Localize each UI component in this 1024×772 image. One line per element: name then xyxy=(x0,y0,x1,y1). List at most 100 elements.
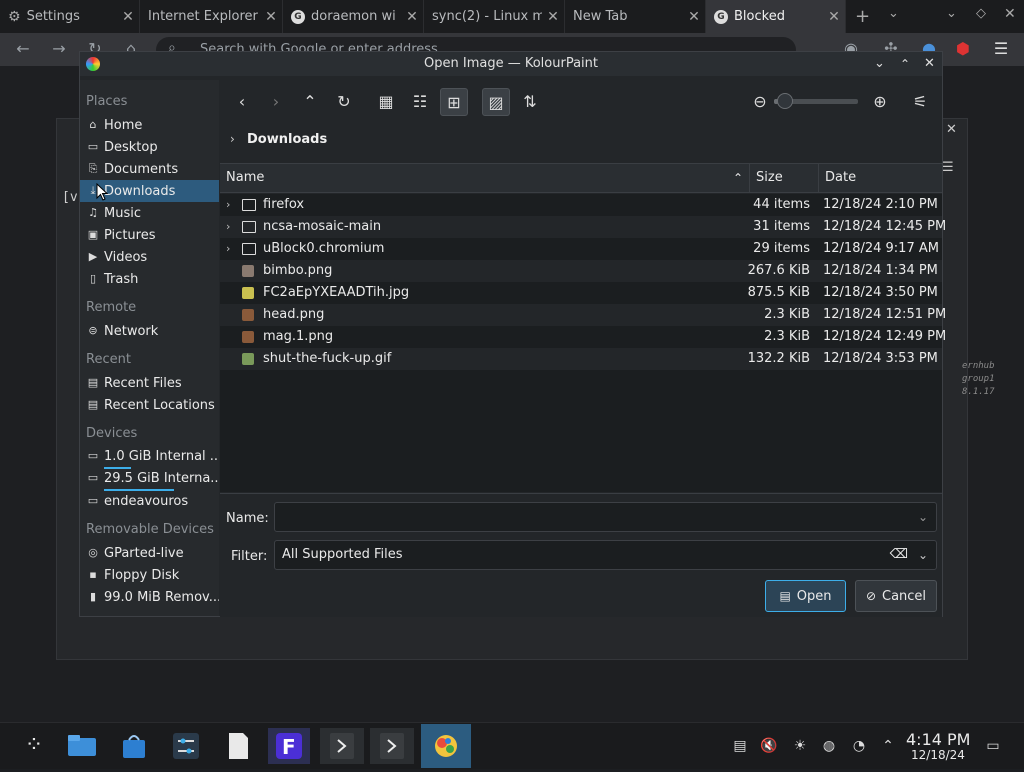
reload-icon[interactable]: ↻ xyxy=(330,88,358,116)
file-row[interactable]: › uBlock0.chromium 29 items 12/18/24 9:17 A… xyxy=(220,238,942,260)
zoom-slider-handle[interactable] xyxy=(777,93,794,109)
expand-chevron-icon[interactable]: › xyxy=(226,194,236,216)
close-icon[interactable]: ✕ xyxy=(401,9,423,25)
close-icon[interactable]: ✕ xyxy=(542,9,564,25)
file-row[interactable]: FC2aEpYXEAADTih.jpg 875.5 KiB 12/18/24 3:5… xyxy=(220,282,942,304)
volume-muted-icon[interactable]: 🔇 xyxy=(760,737,778,755)
dialog-close-icon[interactable]: ✕ xyxy=(924,52,935,76)
terminal-icon[interactable] xyxy=(370,728,414,764)
filename-input[interactable]: ⌄ xyxy=(274,502,937,532)
places-item-home[interactable]: ⌂ Home xyxy=(80,114,219,136)
close-icon[interactable]: ✕ xyxy=(823,9,845,25)
places-item-trash[interactable]: ▯ Trash xyxy=(80,268,219,290)
forward-chevron-icon[interactable]: › xyxy=(262,88,290,116)
up-chevron-icon[interactable]: ⌃ xyxy=(296,88,324,116)
ublock-icon[interactable]: ⬢ xyxy=(952,38,974,60)
back-arrow-icon[interactable]: ← xyxy=(12,38,34,60)
file-row[interactable]: › firefox 44 items 12/18/24 2:10 PM xyxy=(220,194,942,216)
file-date: 12/18/24 9:17 AM xyxy=(823,241,939,256)
clock-time[interactable]: 4:14 PM xyxy=(906,730,970,749)
text-editor-icon[interactable] xyxy=(222,730,254,762)
device-item-internal-2[interactable]: ▭ 29.5 GiB Interna... xyxy=(80,467,219,489)
settings-sliders-icon[interactable]: ⚟ xyxy=(906,88,934,116)
preview-image-icon[interactable]: ▨ xyxy=(482,88,510,116)
close-icon[interactable]: ✕ xyxy=(260,9,282,25)
clock-date[interactable]: 12/18/24 xyxy=(911,748,965,762)
zoom-in-icon[interactable]: ⊕ xyxy=(866,88,894,116)
tab-blocked[interactable]: G Blocked ✕ xyxy=(706,0,846,33)
tab-internet-explorer[interactable]: Internet Explorer ✕ xyxy=(140,0,283,33)
window-close-icon[interactable]: ✕ xyxy=(1004,6,1016,22)
column-header-size[interactable]: Size xyxy=(750,164,819,192)
kolourpaint-taskbar-icon[interactable] xyxy=(421,724,471,768)
places-item-recent-files[interactable]: ▤ Recent Files xyxy=(80,372,219,394)
close-icon[interactable]: ✕ xyxy=(683,9,705,25)
updates-icon[interactable]: ◔ xyxy=(850,737,868,755)
tray-expand-chevron-icon[interactable]: ⌃ xyxy=(879,737,897,755)
places-item-music[interactable]: ♫ Music xyxy=(80,202,219,224)
dialog-maximize-chevron-icon[interactable]: ⌃ xyxy=(900,52,910,76)
places-item-network[interactable]: ⊜ Network xyxy=(80,320,219,342)
column-header-date[interactable]: Date xyxy=(819,164,942,192)
chevron-down-icon[interactable]: ⌄ xyxy=(918,503,928,531)
sort-icon[interactable]: ⇅ xyxy=(516,88,544,116)
removable-item-gparted[interactable]: ◎ GParted-live xyxy=(80,542,219,564)
device-item-endeavouros[interactable]: ▭ endeavouros xyxy=(80,490,219,512)
tab-settings[interactable]: ⚙ Settings ✕ xyxy=(0,0,140,33)
tab-list-chevron-icon[interactable]: ⌄ xyxy=(888,6,899,21)
file-manager-icon[interactable] xyxy=(66,730,98,762)
terminal-icon[interactable] xyxy=(320,728,364,764)
icons-view-icon[interactable]: ▦ xyxy=(372,88,400,116)
show-desktop-icon[interactable]: ▭ xyxy=(984,737,1002,755)
removable-item-usb[interactable]: ▮ 99.0 MiB Remov... xyxy=(80,586,219,608)
name-label: Name: xyxy=(226,511,269,526)
places-item-pictures[interactable]: ▣ Pictures xyxy=(80,224,219,246)
removable-item-floppy[interactable]: ▪ Floppy Disk xyxy=(80,564,219,586)
chevron-down-icon[interactable]: ⌄ xyxy=(918,541,928,569)
device-item-internal-1[interactable]: ▭ 1.0 GiB Internal ... xyxy=(80,445,219,467)
clipboard-icon[interactable]: ▤ xyxy=(731,737,749,755)
app-f-icon[interactable]: F xyxy=(268,728,310,764)
file-row[interactable]: bimbo.png 267.6 KiB 12/18/24 1:34 PM xyxy=(220,260,942,282)
places-item-documents[interactable]: ⎘ Documents xyxy=(80,158,219,180)
file-name: mag.1.png xyxy=(263,329,334,344)
new-tab-plus-icon[interactable]: + xyxy=(855,6,870,27)
system-settings-icon[interactable] xyxy=(170,730,202,762)
zoom-out-icon[interactable]: ⊖ xyxy=(746,88,774,116)
store-bag-icon[interactable] xyxy=(118,730,150,762)
brightness-icon[interactable]: ☀ xyxy=(791,737,809,755)
network-globe-icon[interactable]: ◍ xyxy=(820,737,838,755)
tree-view-icon[interactable]: ⊞ xyxy=(440,88,468,116)
compact-view-icon[interactable]: ☷ xyxy=(406,88,434,116)
breadcrumb[interactable]: Downloads xyxy=(247,132,327,147)
places-item-recent-locations[interactable]: ▤ Recent Locations xyxy=(80,394,219,416)
file-date: 12/18/24 12:45 PM xyxy=(823,219,947,234)
expand-chevron-icon[interactable]: › xyxy=(226,216,236,238)
minimize-chevron-icon[interactable]: ⌄ xyxy=(946,6,957,21)
tab-doraemon[interactable]: G doraemon wi ✕ xyxy=(283,0,424,33)
clear-text-icon[interactable]: ⌫ xyxy=(890,541,908,569)
cancel-button[interactable]: ⊘ Cancel xyxy=(855,580,937,612)
expand-chevron-icon[interactable]: › xyxy=(226,238,236,260)
file-row[interactable]: head.png 2.3 KiB 12/18/24 12:51 PM xyxy=(220,304,946,326)
zoom-slider[interactable] xyxy=(774,93,858,109)
places-item-desktop[interactable]: ▭ Desktop xyxy=(80,136,219,158)
filter-select[interactable]: All Supported Files ⌫ ⌄ xyxy=(274,540,937,570)
file-row[interactable]: shut-the-fuck-up.gif 132.2 KiB 12/18/24 3:… xyxy=(220,348,942,370)
dialog-titlebar[interactable]: Open Image — KolourPaint ⌄ ⌃ ✕ xyxy=(80,52,942,76)
column-header-name[interactable]: Name ⌃ xyxy=(220,164,750,192)
close-icon[interactable]: ✕ xyxy=(117,9,139,25)
places-item-videos[interactable]: ▶ Videos xyxy=(80,246,219,268)
open-button[interactable]: ▤ Open xyxy=(765,580,846,612)
forward-arrow-icon[interactable]: → xyxy=(48,38,70,60)
menu-icon[interactable]: ☰ xyxy=(990,38,1012,60)
tab-new-tab[interactable]: New Tab ✕ xyxy=(565,0,706,33)
file-row[interactable]: › ncsa-mosaic-main 31 items 12/18/24 12:45 … xyxy=(220,216,946,238)
file-row[interactable]: mag.1.png 2.3 KiB 12/18/24 12:49 PM xyxy=(220,326,946,348)
scrollbar[interactable] xyxy=(951,217,957,497)
restore-diamond-icon[interactable]: ◇ xyxy=(976,6,986,21)
tab-sync[interactable]: sync(2) - Linux m ✕ xyxy=(424,0,565,33)
back-chevron-icon[interactable]: ‹ xyxy=(228,88,256,116)
dialog-minimize-chevron-icon[interactable]: ⌄ xyxy=(874,52,885,76)
app-launcher-icon[interactable]: ⁘ xyxy=(18,730,50,762)
